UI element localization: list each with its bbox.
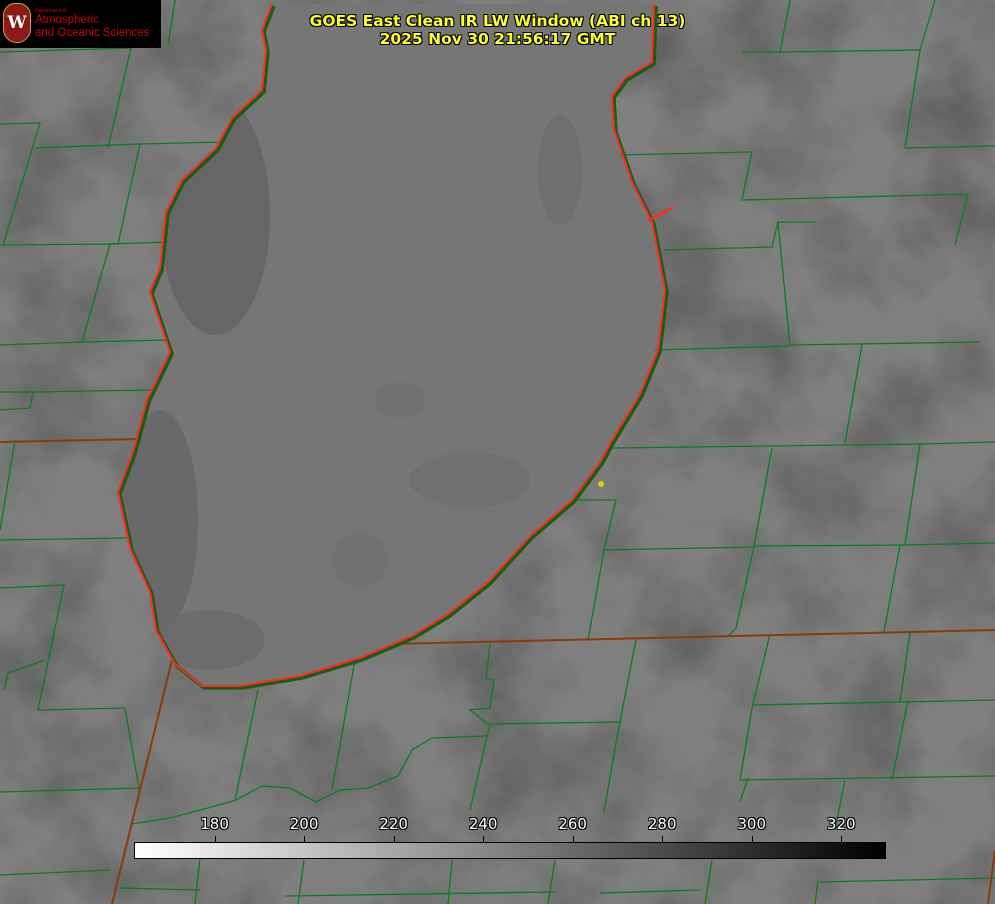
station-marker — [598, 481, 604, 487]
colorbar-tick-label: 320 — [826, 815, 856, 833]
aos-logo: W Department of Atmospheric and Oceanic … — [0, 0, 161, 48]
colorbar-tick-label: 200 — [289, 815, 319, 833]
seal-letter: W — [7, 13, 27, 33]
colorbar-tick-label: 220 — [379, 815, 408, 833]
colorbar-tick-label: 280 — [647, 815, 677, 833]
colorbar-tick-label: 260 — [558, 815, 587, 833]
logo-line-2: and Oceanic Sciences — [35, 27, 150, 39]
satellite-map — [0, 0, 995, 904]
image-title: GOES East Clean IR LW Window (ABI ch 13) — [309, 12, 686, 30]
logo-line-1: Atmospheric — [35, 14, 99, 26]
colorbar-tick-label: 300 — [737, 815, 767, 833]
colorbar-tick-label: 240 — [468, 815, 498, 833]
colorbar — [134, 842, 886, 859]
university-seal: W — [3, 3, 31, 43]
image-timestamp: 2025 Nov 30 21:56:17 GMT — [379, 30, 616, 48]
colorbar-tick-label: 180 — [200, 815, 229, 833]
